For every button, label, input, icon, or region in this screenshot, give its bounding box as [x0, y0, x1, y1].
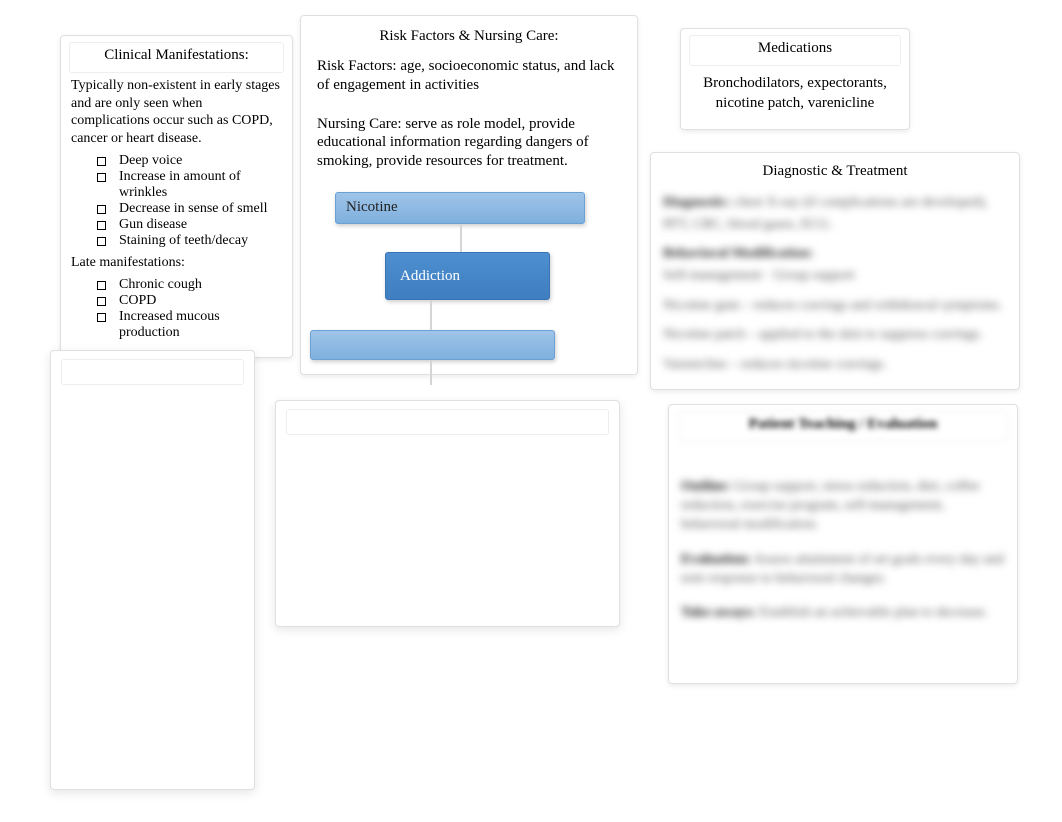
risk-body: Risk Factors: age, socioeconomic status,…	[311, 57, 627, 171]
diag-line: Nicotine gum – reduces cravings and with…	[663, 295, 1007, 317]
empty-panel-left-title	[61, 359, 244, 385]
list-item: Increased mucous production	[97, 309, 282, 341]
node-blank	[310, 330, 555, 360]
empty-panel-middle	[275, 400, 620, 627]
clinical-manifestations-panel: Clinical Manifestations: Typically non-e…	[60, 35, 293, 358]
diag-line-head: Diagnostic:	[663, 195, 731, 210]
risk-factors-line: Risk Factors: age, socioeconomic status,…	[317, 57, 621, 95]
medications-body: Bronchodilators, expectorants, nicotine …	[689, 72, 901, 115]
diag-line-text: Varenicline – reduces nicotine cravings.	[663, 357, 887, 372]
nursing-care-label: Nursing Care:	[317, 116, 402, 132]
empty-panel-left	[50, 350, 255, 790]
list-item: Deep voice	[97, 153, 282, 169]
list-item: Staining of teeth/decay	[97, 233, 282, 249]
diagnostic-body: Diagnostic: chest X-ray (if complication…	[661, 190, 1009, 386]
list-item: Increase in amount of wrinkles	[97, 169, 282, 201]
medications-line-1: Bronchodilators, expectorants,	[695, 74, 895, 94]
teaching-title: Patient Teaching / Evaluation	[679, 411, 1007, 442]
teaching-line-head: Outline:	[681, 479, 731, 494]
diag-line: Behavioral Modification: Self-management…	[663, 243, 1007, 286]
risk-title: Risk Factors & Nursing Care:	[311, 24, 627, 53]
teaching-line: Evaluation: Assess attainment of set goa…	[681, 551, 1005, 589]
teaching-body: Outline: Group support, stress reduction…	[679, 448, 1007, 641]
list-item: COPD	[97, 293, 282, 309]
node-nicotine: Nicotine	[335, 192, 585, 224]
node-addiction: Addiction	[385, 252, 550, 300]
medications-title: Medications	[689, 35, 901, 66]
node-nicotine-label: Nicotine	[346, 199, 398, 215]
clinical-late-list: Chronic cough COPD Increased mucous prod…	[71, 277, 282, 341]
diag-line: Nicotine patch – applied to the skin to …	[663, 324, 1007, 346]
list-item: Gun disease	[97, 217, 282, 233]
teaching-line-head: Evaluation:	[681, 552, 751, 567]
connector-line	[430, 360, 432, 385]
connector-line	[430, 300, 432, 330]
teaching-line: Outline: Group support, stress reduction…	[681, 478, 1005, 535]
list-item: Chronic cough	[97, 277, 282, 293]
teaching-evaluation-panel: Patient Teaching / Evaluation Outline: G…	[668, 404, 1018, 684]
nursing-care-line: Nursing Care: serve as role model, provi…	[317, 115, 621, 171]
diag-line: Diagnostic: chest X-ray (if complication…	[663, 192, 1007, 235]
clinical-late-label: Late manifestations:	[71, 254, 282, 272]
diag-line-head: Behavioral Modification:	[663, 246, 814, 261]
clinical-intro: Typically non-existent in early stages a…	[71, 77, 282, 147]
clinical-title: Clinical Manifestations:	[69, 42, 284, 73]
clinical-early-list: Deep voice Increase in amount of wrinkle…	[71, 153, 282, 250]
medications-panel: Medications Bronchodilators, expectorant…	[680, 28, 910, 130]
node-addiction-label: Addiction	[400, 268, 460, 285]
teaching-line-text: Establish an achievable plan to decrease…	[759, 605, 988, 620]
clinical-body: Typically non-existent in early stages a…	[69, 77, 284, 341]
risk-factors-label: Risk Factors:	[317, 58, 397, 74]
diagnostic-title: Diagnostic & Treatment	[661, 159, 1009, 188]
list-item: Decrease in sense of smell	[97, 201, 282, 217]
teaching-line-head: Take-aways:	[681, 605, 756, 620]
diag-line-text: Self-management · Group support	[663, 268, 855, 283]
teaching-line: Take-aways: Establish an achievable plan…	[681, 604, 1005, 623]
medications-line-2: nicotine patch, varenicline	[695, 94, 895, 114]
diag-line-text: Nicotine patch – applied to the skin to …	[663, 327, 983, 342]
connector-line	[460, 224, 462, 252]
empty-panel-middle-title	[286, 409, 609, 435]
diag-line-text: Nicotine gum – reduces cravings and with…	[663, 298, 1002, 313]
diag-line: Varenicline – reduces nicotine cravings.	[663, 354, 1007, 376]
diagnostic-treatment-panel: Diagnostic & Treatment Diagnostic: chest…	[650, 152, 1020, 390]
